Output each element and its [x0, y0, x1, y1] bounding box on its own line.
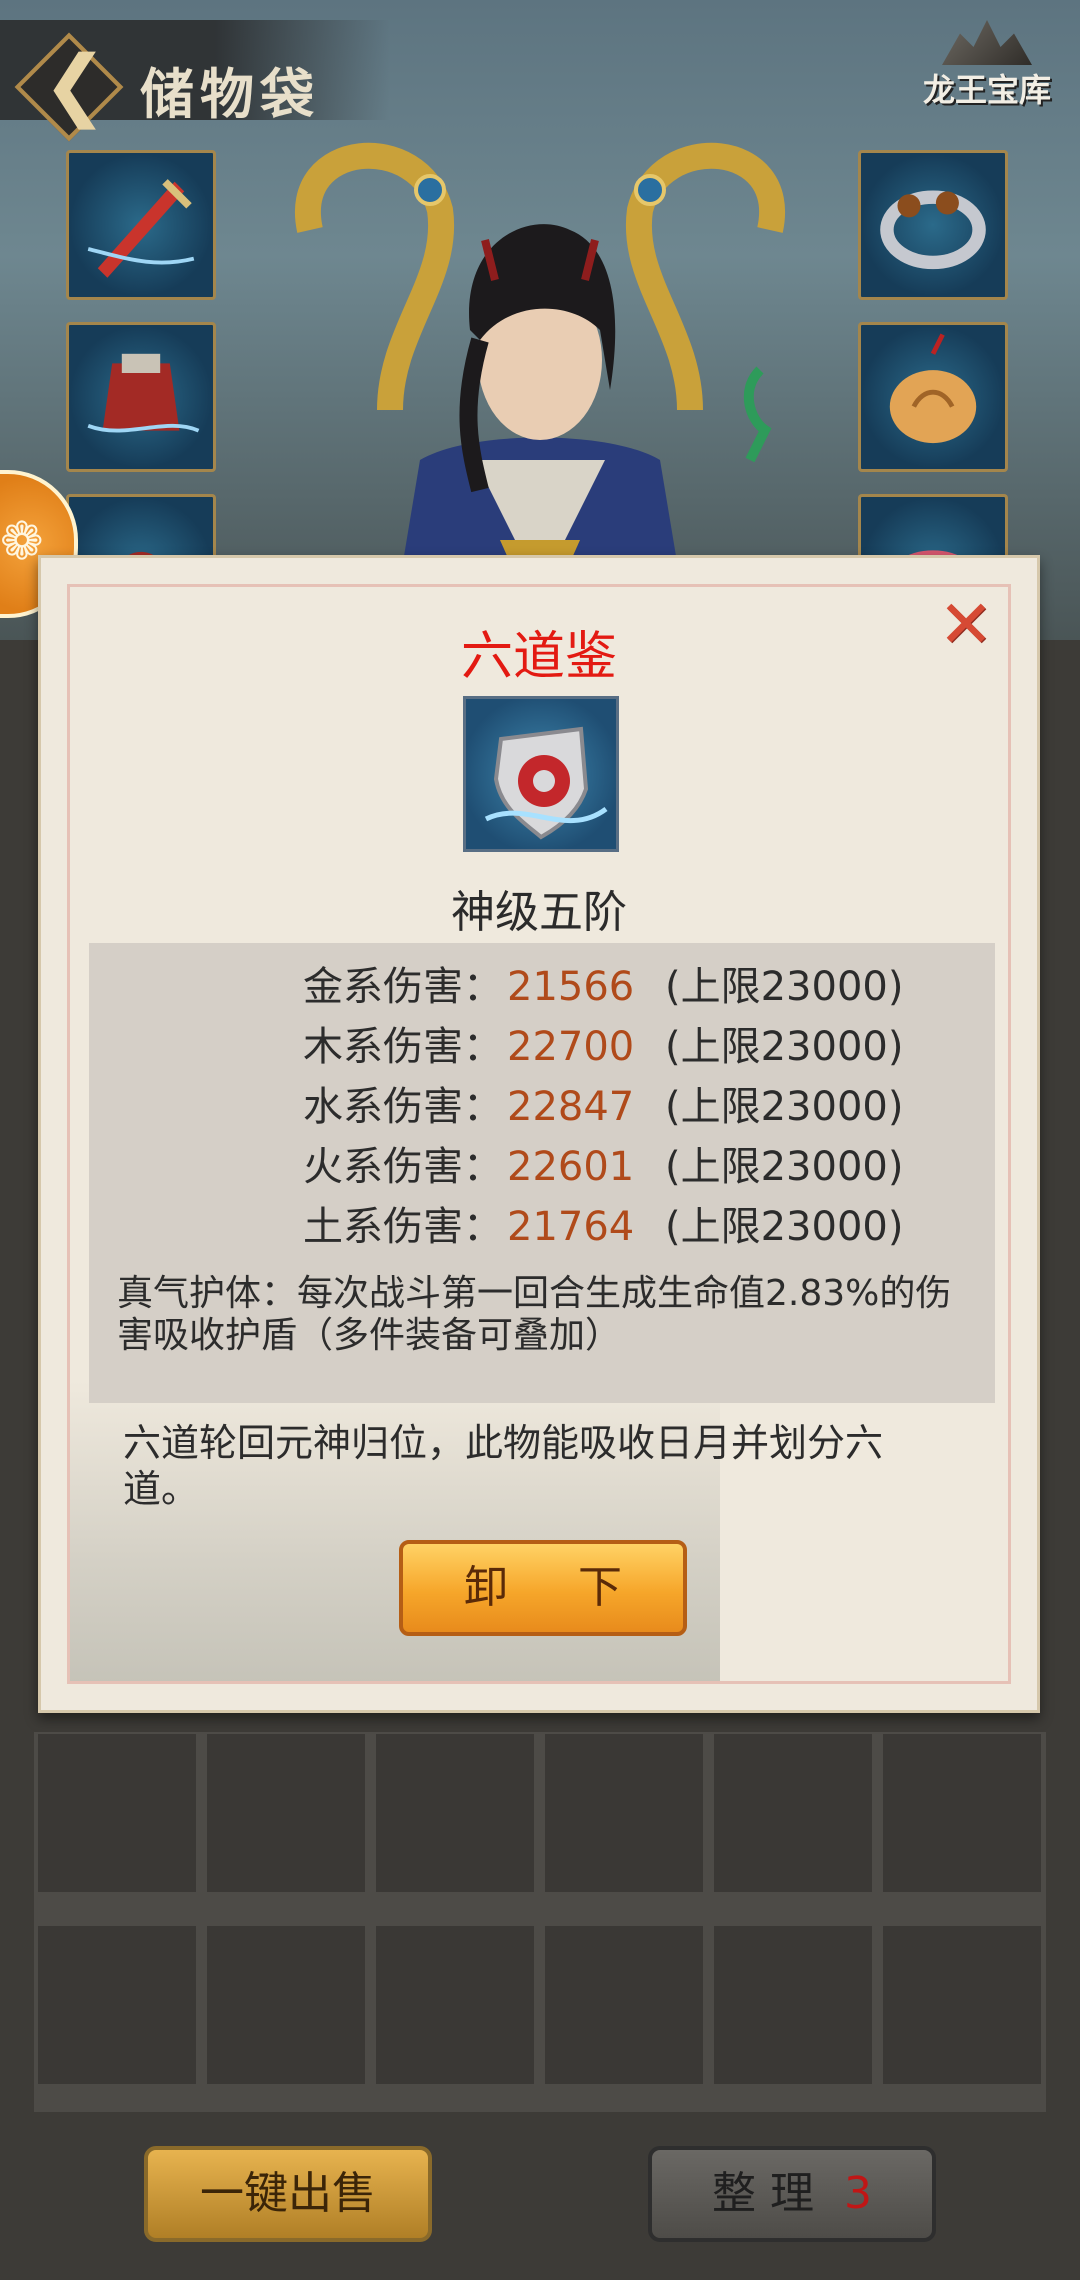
shield-icon	[484, 726, 608, 840]
skill-effect-text: 真气护体：每次战斗第一回合生成生命值2.83%的伤害吸收护盾（多件装备可叠加）	[117, 1273, 952, 1356]
sell-all-button[interactable]: 一键出售	[144, 2146, 432, 2242]
inventory-slot[interactable]	[714, 1926, 872, 2084]
unequip-button[interactable]: 卸 下	[399, 1540, 687, 1636]
amulet-icon	[889, 333, 977, 444]
inventory-slot[interactable]	[38, 1734, 196, 1892]
stat-label: 金系伤害：	[303, 964, 503, 1010]
sell-all-label: 一键出售	[200, 2168, 376, 2219]
sort-label: 整 理	[712, 2168, 814, 2219]
stat-value: 22700	[507, 1024, 635, 1070]
stat-value: 21566	[507, 964, 635, 1010]
armor-icon	[87, 353, 200, 433]
treasury-label: 龙王宝库	[922, 71, 1051, 109]
inventory-slot[interactable]	[883, 1926, 1041, 2084]
equip-slot-bracelet[interactable]	[858, 150, 1008, 300]
equip-slot-amulet[interactable]	[858, 322, 1008, 472]
treasury-logo-icon	[942, 20, 1032, 65]
stat-cap: (上限23000)	[665, 964, 904, 1010]
item-description: 六道轮回元神归位，此物能吸收日月并划分六道。	[123, 1421, 884, 1511]
item-detail-popup: ✕ 六道鉴 神级五阶 金系伤害： 21566 (上限23000) 木系伤害： 2270…	[38, 555, 1040, 1713]
stat-label: 火系伤害：	[303, 1144, 503, 1190]
page-title: 储物袋	[140, 62, 320, 126]
sort-count-badge: 3	[844, 2168, 872, 2219]
stat-value: 22847	[507, 1084, 635, 1130]
dragon-king-treasury-button[interactable]: 龙王宝库	[912, 20, 1062, 130]
inventory-grid	[34, 1732, 1046, 2112]
character-scene: ❮ 储物袋 龙王宝库	[0, 0, 1080, 640]
inventory-slot[interactable]	[883, 1734, 1041, 1892]
inventory-slot[interactable]	[376, 1926, 534, 2084]
stat-cap: (上限23000)	[665, 1144, 904, 1190]
stat-row-fire: 火系伤害： 22601 (上限23000)	[303, 1139, 903, 1195]
stat-cap: (上限23000)	[665, 1084, 904, 1130]
stat-label: 土系伤害：	[303, 1204, 503, 1250]
equip-slot-weapon[interactable]	[66, 150, 216, 300]
inventory-slot[interactable]	[207, 1926, 365, 2084]
stat-row-wood: 木系伤害： 22700 (上限23000)	[303, 1019, 903, 1075]
stat-value: 22601	[507, 1144, 635, 1190]
inventory-slot[interactable]	[207, 1734, 365, 1892]
stat-value: 21764	[507, 1204, 635, 1250]
item-icon-frame	[463, 696, 619, 852]
sword-icon	[87, 179, 195, 278]
inventory-slot[interactable]	[714, 1734, 872, 1892]
item-grade: 神级五阶	[451, 887, 627, 938]
inventory-slot[interactable]	[545, 1926, 703, 2084]
equip-slot-armor[interactable]	[66, 322, 216, 472]
stat-row-water: 水系伤害： 22847 (上限23000)	[303, 1079, 903, 1135]
stat-label: 水系伤害：	[303, 1084, 503, 1130]
inventory-slot[interactable]	[38, 1926, 196, 2084]
stats-panel: 金系伤害： 21566 (上限23000) 木系伤害： 22700 (上限23000) …	[89, 943, 995, 1403]
inventory-slot[interactable]	[376, 1734, 534, 1892]
header-bar: ❮ 储物袋	[0, 20, 390, 142]
stat-cap: (上限23000)	[665, 1204, 904, 1250]
bracelet-icon	[880, 190, 986, 270]
stat-label: 木系伤害：	[303, 1024, 503, 1070]
inventory-slot[interactable]	[545, 1734, 703, 1892]
stat-cap: (上限23000)	[665, 1024, 904, 1070]
stat-row-metal: 金系伤害： 21566 (上限23000)	[303, 959, 903, 1015]
stat-row-earth: 土系伤害： 21764 (上限23000)	[303, 1199, 903, 1255]
item-name: 六道鉴	[460, 627, 617, 687]
back-arrow-icon[interactable]: ❮	[30, 40, 120, 130]
sort-button[interactable]: 整 理 3	[648, 2146, 936, 2242]
